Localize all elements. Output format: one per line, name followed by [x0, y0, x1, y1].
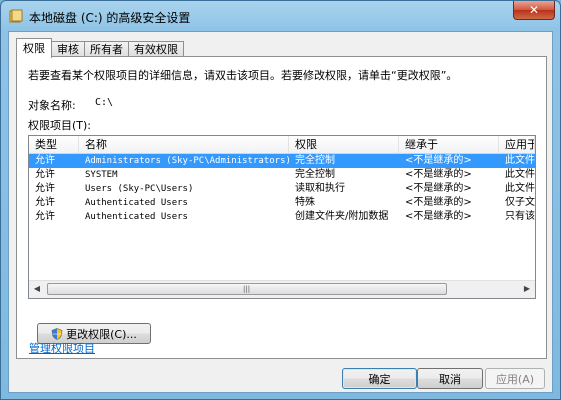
cell-apply: 此文件 [505, 155, 535, 166]
cell-apply: 此文件 [505, 169, 535, 180]
column-header-inherited-from[interactable]: 继承于 [399, 136, 499, 153]
cell-type: 允许 [35, 197, 55, 208]
cell-type: 允许 [35, 169, 55, 180]
cell-name: Administrators (Sky-PC\Administrators) [85, 156, 289, 166]
tab-permissions[interactable]: 权限 [16, 38, 52, 58]
cell-permission: 读取和执行 [295, 183, 345, 194]
grip-icon: ||| [243, 285, 251, 293]
horizontal-scrollbar[interactable]: ◀ ||| ▶ [29, 280, 535, 298]
title-bar[interactable]: 本地磁盘 (C:) 的高级安全设置 ✕ [1, 1, 560, 31]
cell-type: 允许 [35, 155, 55, 166]
apply-button[interactable]: 应用(A) [485, 368, 545, 389]
table-row[interactable]: 允许 Authenticated Users 创建文件夹/附加数据 <不是继承的… [29, 210, 535, 224]
column-header-type[interactable]: 类型 [29, 136, 79, 153]
cell-name: SYSTEM [85, 170, 118, 180]
object-name-value: C:\ [95, 97, 114, 108]
permission-entries-label: 权限项目(T): [28, 119, 92, 132]
column-header-name[interactable]: 名称 [79, 136, 289, 153]
cell-permission: 创建文件夹/附加数据 [295, 211, 389, 222]
cell-type: 允许 [35, 211, 55, 222]
cell-name: Users (Sky-PC\Users) [85, 184, 194, 194]
table-row[interactable]: 允许 SYSTEM 完全控制 <不是继承的> 此文件 [29, 168, 535, 182]
cell-inherited: <不是继承的> [405, 169, 472, 180]
list-body: 允许 Administrators (Sky-PC\Administrators… [29, 154, 535, 224]
cell-permission: 完全控制 [295, 155, 335, 166]
cell-inherited: <不是继承的> [405, 197, 472, 208]
window-title: 本地磁盘 (C:) 的高级安全设置 [29, 11, 191, 25]
close-icon: ✕ [528, 3, 540, 17]
manage-permission-entries-link[interactable]: 管理权限项目 [29, 340, 95, 356]
ok-button[interactable]: 确定 [342, 368, 417, 389]
object-name-label: 对象名称: [28, 99, 76, 112]
uac-shield-icon [51, 327, 63, 340]
cell-name: Authenticated Users [85, 198, 188, 208]
info-text: 若要查看某个权限项目的详细信息，请双击该项目。若要修改权限，请单击“更改权限”。 [28, 69, 458, 82]
scroll-left-icon[interactable]: ◀ [31, 283, 43, 295]
tab-strip: 权限 审核 所有者 有效权限 [16, 38, 184, 58]
permissions-panel: 若要查看某个权限项目的详细信息，请双击该项目。若要修改权限，请单击“更改权限”。… [16, 56, 547, 359]
dialog-client: 权限 审核 所有者 有效权限 若要查看某个权限项目的详细信息，请双击该项目。若要… [8, 31, 553, 393]
cell-permission: 完全控制 [295, 169, 335, 180]
table-row[interactable]: 允许 Administrators (Sky-PC\Administrators… [29, 154, 535, 168]
table-row[interactable]: 允许 Users (Sky-PC\Users) 读取和执行 <不是继承的> 此文… [29, 182, 535, 196]
scroll-right-icon[interactable]: ▶ [521, 283, 533, 295]
drive-icon [9, 9, 23, 23]
cell-name: Authenticated Users [85, 212, 188, 222]
scrollbar-thumb[interactable]: ||| [47, 283, 447, 295]
table-row[interactable]: 允许 Authenticated Users 特殊 <不是继承的> 仅子文 [29, 196, 535, 210]
cell-apply: 只有该 [505, 211, 535, 222]
cancel-button[interactable]: 取消 [417, 368, 483, 389]
cell-inherited: <不是继承的> [405, 183, 472, 194]
cell-inherited: <不是继承的> [405, 155, 472, 166]
column-header-permission[interactable]: 权限 [289, 136, 399, 153]
permission-entries-list[interactable]: 类型 名称 权限 继承于 应用于 允许 Administrators (Sky-… [28, 135, 536, 299]
list-header: 类型 名称 权限 继承于 应用于 [29, 136, 535, 154]
column-header-apply-to[interactable]: 应用于 [499, 136, 535, 153]
security-settings-window: 本地磁盘 (C:) 的高级安全设置 ✕ 权限 审核 所有者 有效权限 若要查看某… [0, 0, 561, 400]
cell-apply: 仅子文 [505, 197, 535, 208]
cell-apply: 此文件 [505, 183, 535, 194]
close-button[interactable]: ✕ [513, 1, 555, 20]
cell-inherited: <不是继承的> [405, 211, 472, 222]
cell-type: 允许 [35, 183, 55, 194]
cell-permission: 特殊 [295, 197, 315, 208]
